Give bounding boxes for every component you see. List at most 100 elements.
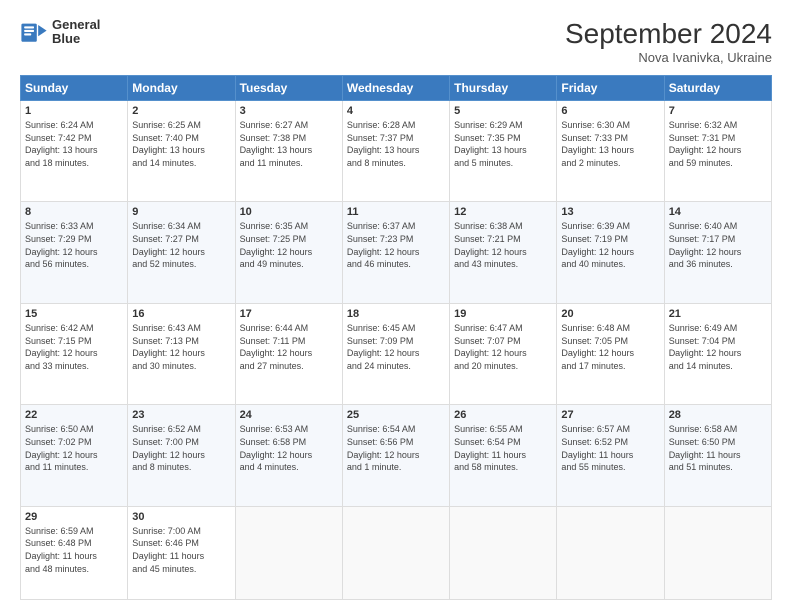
day-info: Sunrise: 6:44 AMSunset: 7:11 PMDaylight:…	[240, 322, 338, 372]
page: General Blue September 2024 Nova Ivanivk…	[0, 0, 792, 612]
day-number: 22	[25, 409, 123, 421]
day-cell: 6Sunrise: 6:30 AMSunset: 7:33 PMDaylight…	[557, 101, 664, 202]
day-cell: 5Sunrise: 6:29 AMSunset: 7:35 PMDaylight…	[450, 101, 557, 202]
day-number: 29	[25, 511, 123, 523]
day-info: Sunrise: 6:40 AMSunset: 7:17 PMDaylight:…	[669, 220, 767, 270]
day-cell: 22 Sunrise: 6:50 AMSunset: 7:02 PMDayligh…	[21, 405, 128, 506]
day-info: Sunrise: 6:33 AMSunset: 7:29 PMDaylight:…	[25, 220, 123, 270]
logo-line2: Blue	[52, 32, 100, 46]
day-info: Sunrise: 6:24 AMSunset: 7:42 PMDaylight:…	[25, 119, 123, 169]
day-number: 26	[454, 409, 552, 421]
day-cell: 26 Sunrise: 6:55 AMSunset: 6:54 PMDayligh…	[450, 405, 557, 506]
day-number: 12	[454, 206, 552, 218]
day-info: Sunrise: 6:49 AMSunset: 7:04 PMDaylight:…	[669, 322, 767, 372]
day-number: 15	[25, 308, 123, 320]
col-header-saturday: Saturday	[664, 76, 771, 101]
day-cell: 30 Sunrise: 7:00 AMSunset: 6:46 PMDayligh…	[128, 506, 235, 599]
day-cell: 1Sunrise: 6:24 AMSunset: 7:42 PMDaylight…	[21, 101, 128, 202]
day-info: Sunrise: 6:42 AMSunset: 7:15 PMDaylight:…	[25, 322, 123, 372]
col-header-monday: Monday	[128, 76, 235, 101]
day-info: Sunrise: 6:45 AMSunset: 7:09 PMDaylight:…	[347, 322, 445, 372]
week-row-5: 29Sunrise: 6:59 AMSunset: 6:48 PMDayligh…	[21, 506, 772, 599]
day-cell: 28Sunrise: 6:58 AMSunset: 6:50 PMDayligh…	[664, 405, 771, 506]
day-info: Sunrise: 6:35 AMSunset: 7:25 PMDaylight:…	[240, 220, 338, 270]
day-number: 7	[669, 105, 767, 117]
week-row-3: 15 Sunrise: 6:42 AMSunset: 7:15 PMDayligh…	[21, 303, 772, 404]
day-info: Sunrise: 6:27 AMSunset: 7:38 PMDaylight:…	[240, 119, 338, 169]
day-cell: 16 Sunrise: 6:43 AMSunset: 7:13 PMDayligh…	[128, 303, 235, 404]
day-cell: 25 Sunrise: 6:54 AMSunset: 6:56 PMDayligh…	[342, 405, 449, 506]
day-info: Sunrise: 6:47 AMSunset: 7:07 PMDaylight:…	[454, 322, 552, 372]
col-header-sunday: Sunday	[21, 76, 128, 101]
logo-line1: General	[52, 18, 100, 32]
day-cell: 9 Sunrise: 6:34 AMSunset: 7:27 PMDaylight…	[128, 202, 235, 303]
day-number: 13	[561, 206, 659, 218]
day-number: 5	[454, 105, 552, 117]
day-info: Sunrise: 6:53 AMSunset: 6:58 PMDaylight:…	[240, 423, 338, 473]
day-cell: 17Sunrise: 6:44 AMSunset: 7:11 PMDayligh…	[235, 303, 342, 404]
day-cell: 29Sunrise: 6:59 AMSunset: 6:48 PMDayligh…	[21, 506, 128, 599]
day-cell: 10 Sunrise: 6:35 AMSunset: 7:25 PMDayligh…	[235, 202, 342, 303]
location: Nova Ivanivka, Ukraine	[565, 50, 772, 65]
day-cell	[664, 506, 771, 599]
day-info: Sunrise: 6:48 AMSunset: 7:05 PMDaylight:…	[561, 322, 659, 372]
day-number: 24	[240, 409, 338, 421]
day-number: 27	[561, 409, 659, 421]
logo-icon	[20, 18, 48, 46]
day-cell: 11Sunrise: 6:37 AMSunset: 7:23 PMDayligh…	[342, 202, 449, 303]
logo-text: General Blue	[52, 18, 100, 47]
day-cell	[557, 506, 664, 599]
day-number: 28	[669, 409, 767, 421]
col-header-wednesday: Wednesday	[342, 76, 449, 101]
day-cell	[235, 506, 342, 599]
month-title: September 2024	[565, 18, 772, 50]
day-number: 2	[132, 105, 230, 117]
day-info: Sunrise: 6:34 AMSunset: 7:27 PMDaylight:…	[132, 220, 230, 270]
day-number: 14	[669, 206, 767, 218]
day-number: 16	[132, 308, 230, 320]
day-info: Sunrise: 6:38 AMSunset: 7:21 PMDaylight:…	[454, 220, 552, 270]
header-row: SundayMondayTuesdayWednesdayThursdayFrid…	[21, 76, 772, 101]
day-cell: 8 Sunrise: 6:33 AMSunset: 7:29 PMDaylight…	[21, 202, 128, 303]
day-number: 23	[132, 409, 230, 421]
logo: General Blue	[20, 18, 100, 47]
day-info: Sunrise: 6:37 AMSunset: 7:23 PMDaylight:…	[347, 220, 445, 270]
day-info: Sunrise: 6:50 AMSunset: 7:02 PMDaylight:…	[25, 423, 123, 473]
day-number: 10	[240, 206, 338, 218]
day-info: Sunrise: 6:39 AMSunset: 7:19 PMDaylight:…	[561, 220, 659, 270]
day-info: Sunrise: 6:25 AMSunset: 7:40 PMDaylight:…	[132, 119, 230, 169]
day-cell	[450, 506, 557, 599]
day-cell: 2 Sunrise: 6:25 AMSunset: 7:40 PMDaylight…	[128, 101, 235, 202]
day-info: Sunrise: 6:28 AMSunset: 7:37 PMDaylight:…	[347, 119, 445, 169]
day-cell: 24 Sunrise: 6:53 AMSunset: 6:58 PMDayligh…	[235, 405, 342, 506]
day-info: Sunrise: 6:55 AMSunset: 6:54 PMDaylight:…	[454, 423, 552, 473]
day-info: Sunrise: 6:54 AMSunset: 6:56 PMDaylight:…	[347, 423, 445, 473]
col-header-friday: Friday	[557, 76, 664, 101]
day-info: Sunrise: 6:43 AMSunset: 7:13 PMDaylight:…	[132, 322, 230, 372]
calendar-table: SundayMondayTuesdayWednesdayThursdayFrid…	[20, 75, 772, 600]
header: General Blue September 2024 Nova Ivanivk…	[20, 18, 772, 65]
day-number: 3	[240, 105, 338, 117]
day-cell: 20Sunrise: 6:48 AMSunset: 7:05 PMDayligh…	[557, 303, 664, 404]
title-block: September 2024 Nova Ivanivka, Ukraine	[565, 18, 772, 65]
day-cell: 13 Sunrise: 6:39 AMSunset: 7:19 PMDayligh…	[557, 202, 664, 303]
day-cell: 14 Sunrise: 6:40 AMSunset: 7:17 PMDayligh…	[664, 202, 771, 303]
day-cell: 15 Sunrise: 6:42 AMSunset: 7:15 PMDayligh…	[21, 303, 128, 404]
day-info: Sunrise: 7:00 AMSunset: 6:46 PMDaylight:…	[132, 525, 230, 575]
week-row-2: 8 Sunrise: 6:33 AMSunset: 7:29 PMDaylight…	[21, 202, 772, 303]
col-header-tuesday: Tuesday	[235, 76, 342, 101]
day-number: 9	[132, 206, 230, 218]
day-number: 8	[25, 206, 123, 218]
day-cell: 23 Sunrise: 6:52 AMSunset: 7:00 PMDayligh…	[128, 405, 235, 506]
day-cell: 12 Sunrise: 6:38 AMSunset: 7:21 PMDayligh…	[450, 202, 557, 303]
day-info: Sunrise: 6:52 AMSunset: 7:00 PMDaylight:…	[132, 423, 230, 473]
day-number: 25	[347, 409, 445, 421]
day-cell: 4 Sunrise: 6:28 AMSunset: 7:37 PMDaylight…	[342, 101, 449, 202]
day-cell: 21Sunrise: 6:49 AMSunset: 7:04 PMDayligh…	[664, 303, 771, 404]
day-info: Sunrise: 6:57 AMSunset: 6:52 PMDaylight:…	[561, 423, 659, 473]
day-number: 30	[132, 511, 230, 523]
day-cell: 7Sunrise: 6:32 AMSunset: 7:31 PMDaylight…	[664, 101, 771, 202]
day-cell: 19 Sunrise: 6:47 AMSunset: 7:07 PMDayligh…	[450, 303, 557, 404]
day-number: 19	[454, 308, 552, 320]
day-number: 4	[347, 105, 445, 117]
